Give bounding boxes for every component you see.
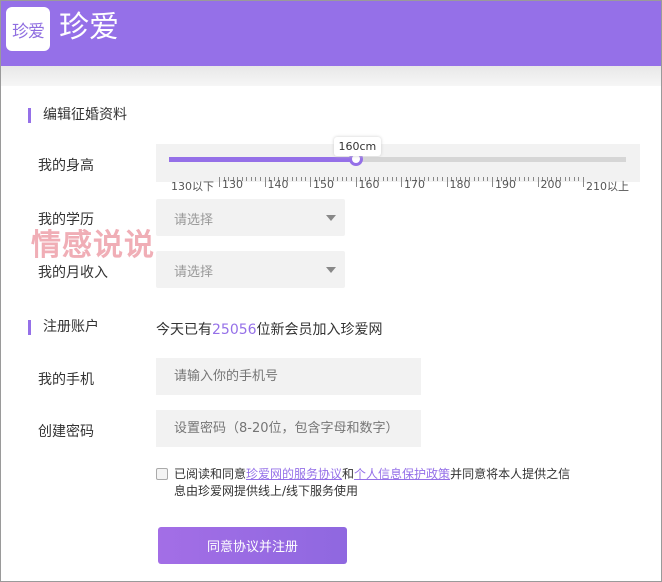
slider-tick [492, 177, 493, 187]
slider-tick [578, 177, 580, 181]
slider-tick [401, 177, 402, 187]
slider-tick [259, 177, 261, 181]
slider-tick [382, 177, 384, 181]
slider-tick [482, 177, 484, 181]
slider-tick [391, 177, 393, 181]
chevron-down-icon [326, 267, 336, 273]
section-title-account: 注册账户 [28, 320, 99, 335]
stat-prefix: 今天已有 [156, 322, 212, 338]
slider-tick [478, 177, 480, 181]
income-placeholder: 请选择 [174, 265, 214, 280]
slider-tick [264, 177, 266, 187]
section-title-profile: 编辑征婚资料 [28, 108, 127, 123]
slider-tick-label: 130以下 [171, 180, 214, 193]
slider-tick [428, 177, 430, 181]
slider-tick [487, 177, 489, 181]
slider-tick [437, 177, 439, 181]
slider-tick [569, 177, 571, 181]
slider-tick [337, 177, 339, 181]
slider-tick [355, 177, 357, 187]
slider-tick [300, 177, 302, 181]
slider-tick [246, 177, 248, 181]
slider-tick [291, 177, 293, 181]
header-band [1, 66, 661, 86]
slider-track[interactable]: 160cm 130以下 130 140 150 160 170 180 190 200 210以上 [169, 137, 629, 193]
slider-tick-label: 180 [449, 178, 471, 191]
phone-label: 我的手机 [38, 372, 94, 388]
slider-tick [255, 177, 257, 181]
slider-tick [396, 177, 398, 181]
slider-tick [473, 177, 475, 181]
watermark: 情感说说 [31, 228, 155, 263]
slider-tick [573, 177, 575, 181]
slider-tick-label: 130 [222, 178, 243, 191]
slider-tick [305, 177, 307, 181]
height-slider[interactable]: 160cm 130以下 130 140 150 160 170 180 190 200 210以上 [156, 137, 640, 193]
slider-tick [341, 177, 343, 181]
slider-tick-label: 210以上 [586, 180, 629, 193]
password-input[interactable] [156, 410, 421, 447]
site-title: 珍爱 [59, 10, 119, 45]
slider-tick [250, 177, 252, 181]
slider-tick-label: 190 [495, 178, 516, 191]
register-button[interactable]: 同意协议并注册 [158, 527, 347, 564]
slider-tick-label: 170 [404, 178, 425, 191]
slider-tick [537, 177, 539, 187]
slider-tick [350, 177, 352, 181]
education-placeholder: 请选择 [174, 213, 214, 228]
member-stat: 今天已有25056位新会员加入珍爱网 [156, 319, 383, 339]
agreement: 已阅读和同意珍爱网的服务协议和个人信息保护政策并同意将本人提供之信息由珍爱网提供… [156, 466, 576, 500]
phone-input[interactable] [156, 358, 421, 395]
slider-tick [219, 177, 220, 187]
slider-tick-label: 140 [267, 178, 289, 191]
slider-tick [564, 177, 566, 181]
slider-tick [296, 177, 298, 181]
income-label: 我的月收入 [38, 265, 108, 281]
education-select[interactable]: 请选择 [156, 199, 345, 236]
agreement-text-1: 已阅读和同意 [174, 467, 247, 481]
header: 珍爱 珍爱 [1, 1, 661, 66]
stat-suffix: 位新会员加入珍爱网 [256, 322, 383, 338]
logo[interactable]: 珍爱 [6, 7, 50, 51]
slider-tick [387, 177, 389, 181]
height-label: 我的身高 [38, 158, 94, 174]
agreement-text-2: 和 [342, 467, 355, 481]
stat-count: 25056 [212, 322, 257, 338]
slider-tick [519, 177, 521, 181]
chevron-down-icon [326, 215, 336, 221]
slider-tick [441, 177, 443, 181]
slider-tick [310, 177, 311, 187]
slider-tick-label: 200 [540, 178, 562, 191]
slider-fill [169, 157, 356, 162]
height-tooltip: 160cm [333, 137, 382, 156]
slider-tick [528, 177, 530, 181]
slider-tick [583, 177, 584, 187]
slider-tick [432, 177, 434, 181]
slider-tick-label: 150 [313, 178, 334, 191]
service-agreement-link[interactable]: 珍爱网的服务协议 [246, 467, 342, 481]
slider-tick-label: 160 [358, 178, 380, 191]
slider-tick [523, 177, 525, 181]
password-label: 创建密码 [38, 424, 94, 440]
privacy-policy-link[interactable]: 个人信息保护政策 [354, 467, 450, 481]
slider-tick [446, 177, 448, 187]
slider-tick [346, 177, 348, 181]
slider-tick [532, 177, 534, 181]
agreement-checkbox[interactable] [156, 468, 168, 480]
income-select[interactable]: 请选择 [156, 251, 345, 288]
